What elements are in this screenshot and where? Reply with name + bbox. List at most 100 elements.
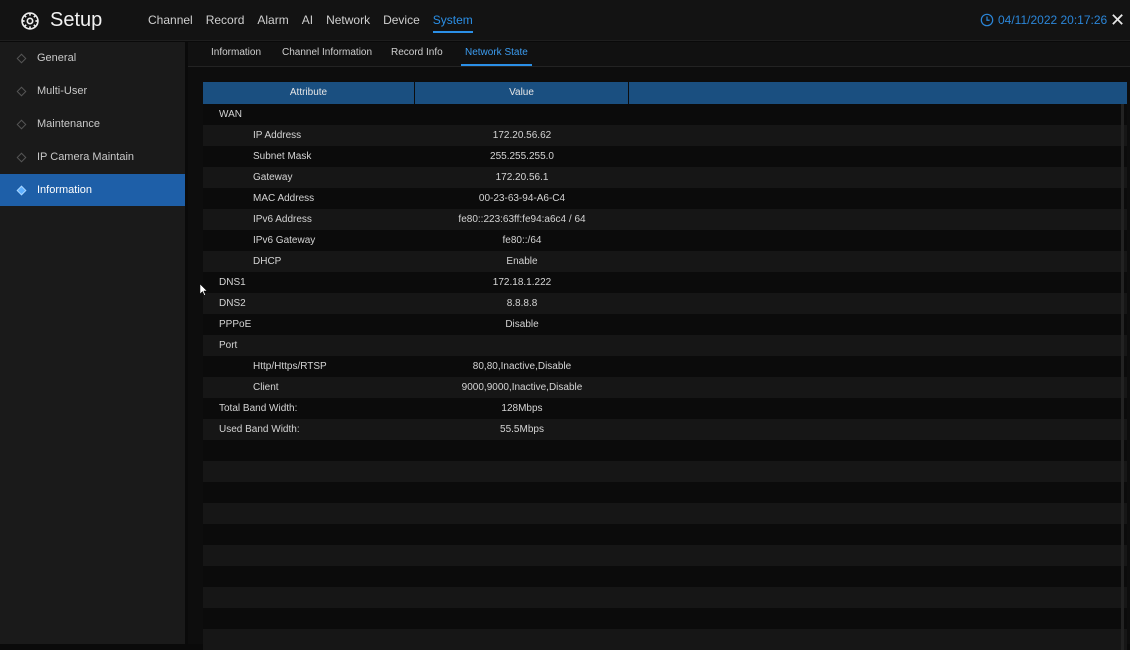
cell-value: 172.18.1.222 [492,277,552,288]
cell-value: fe80::223:63ff:fe94:a6c4 / 64 [458,214,586,225]
diamond-icon [16,119,27,129]
diamond-icon [16,53,27,63]
network-state-table: Attribute Value WAN IP Address 172.20.56.6… [203,82,1127,650]
table-row: DNS2 8.8.8.8 [203,293,1127,314]
sidebar: General Multi-User Maintenance IP Camera… [0,42,185,644]
sidebar-item-general[interactable]: General [0,42,185,74]
column-header-empty [629,82,1127,104]
cell-attribute: Client [253,382,279,393]
table-row [203,629,1127,650]
table-row [203,587,1127,608]
table-row: MAC Address 00-23-63-94-A6-C4 [203,188,1127,209]
app-logo: Setup [20,9,102,32]
cell-attribute: Subnet Mask [253,151,312,162]
menu-system[interactable]: System [432,0,473,40]
gear-icon [21,11,39,30]
cell-attribute: PPPoE [219,319,252,330]
table-row: Client 9000,9000,Inactive,Disable [203,377,1127,398]
cell-attribute [203,587,415,608]
sidebar-item-ip-camera-maintain[interactable]: IP Camera Maintain [0,141,185,173]
table-row: Gateway 172.20.56.1 [203,167,1127,188]
cell-value [415,608,629,629]
table-row: Port [203,335,1127,356]
main-menu: Channel Record Alarm AI Network Device S… [148,0,486,40]
cell-value [415,104,629,125]
table-row: DNS1 172.18.1.222 [203,272,1127,293]
table-row [203,440,1127,461]
menu-alarm[interactable]: Alarm [257,0,288,40]
cell-value [415,587,629,608]
cell-attribute: IP Address [253,130,302,141]
table-row: Total Band Width: 128Mbps [203,398,1127,419]
cell-value: fe80::/64 [502,235,542,246]
menu-record[interactable]: Record [206,0,245,40]
table-row: Subnet Mask 255.255.255.0 [203,146,1127,167]
column-header-value: Value [415,82,629,104]
sidebar-item-maintenance[interactable]: Maintenance [0,108,185,140]
cell-value [415,524,629,545]
sidebar-item-multi-user[interactable]: Multi-User [0,75,185,107]
table-row [203,545,1127,566]
cell-value: 80,80,Inactive,Disable [472,361,572,372]
menu-ai[interactable]: AI [302,0,313,40]
cell-value: 00-23-63-94-A6-C4 [478,193,566,204]
close-icon[interactable]: ✕ [1110,10,1125,30]
sidebar-item-information[interactable]: Information [0,174,185,206]
cell-attribute: DHCP [253,256,282,267]
table-row: IP Address 172.20.56.62 [203,125,1127,146]
table-body: WAN IP Address 172.20.56.62 Subnet Mask 255.… [203,104,1127,650]
cell-value [415,566,629,587]
tab-information[interactable]: Information [211,42,261,66]
cell-value: 172.20.56.62 [492,130,552,141]
tab-record-info[interactable]: Record Info [391,42,443,66]
menu-network[interactable]: Network [326,0,370,40]
diamond-icon [16,185,27,195]
cell-attribute [203,461,415,482]
cell-attribute [203,629,415,650]
datetime-display: 04/11/2022 20:17:26 [980,0,1107,40]
cell-value [415,440,629,461]
table-row [203,482,1127,503]
diamond-icon [16,86,27,96]
cell-value [415,503,629,524]
cell-attribute: Gateway [253,172,293,183]
menu-device[interactable]: Device [383,0,420,40]
cell-attribute: IPv6 Address [253,214,312,225]
cell-attribute [203,440,415,461]
cell-value [415,629,629,650]
app-title: Setup [50,9,103,31]
scrollbar[interactable] [1121,104,1124,650]
cell-value: 8.8.8.8 [506,298,538,309]
sidebar-item-label: Maintenance [37,118,100,130]
table-row [203,461,1127,482]
cell-attribute: Total Band Width: [219,403,298,414]
sidebar-item-label: Information [37,184,93,196]
table-row [203,566,1127,587]
cell-attribute: DNS1 [219,277,246,288]
table-row: Used Band Width: 55.5Mbps [203,419,1127,440]
tab-network-state[interactable]: Network State [461,42,532,66]
clock-icon [980,13,994,27]
cell-value: Disable [505,319,539,330]
cell-value: 172.20.56.1 [495,172,549,183]
cell-attribute: Http/Https/RTSP [253,361,327,372]
table-row [203,608,1127,629]
cell-value: 9000,9000,Inactive,Disable [461,382,583,393]
table-row: PPPoE Disable [203,314,1127,335]
column-header-attribute: Attribute [203,82,415,104]
table-row: WAN [203,104,1127,125]
cell-attribute [203,482,415,503]
table-row [203,524,1127,545]
table-row: IPv6 Address fe80::223:63ff:fe94:a6c4 / 6… [203,209,1127,230]
cell-value: 55.5Mbps [500,424,544,435]
cell-attribute: DNS2 [219,298,246,309]
sidebar-item-label: IP Camera Maintain [37,151,135,163]
cell-attribute: Used Band Width: [219,424,300,435]
menu-channel[interactable]: Channel [148,0,193,40]
tab-channel-information[interactable]: Channel Information [282,42,372,66]
cell-value: Enable [506,256,538,267]
cell-attribute: MAC Address [253,193,315,204]
main-content: Information Channel Information Record I… [188,42,1130,650]
cell-attribute [203,545,415,566]
cell-value [415,461,629,482]
